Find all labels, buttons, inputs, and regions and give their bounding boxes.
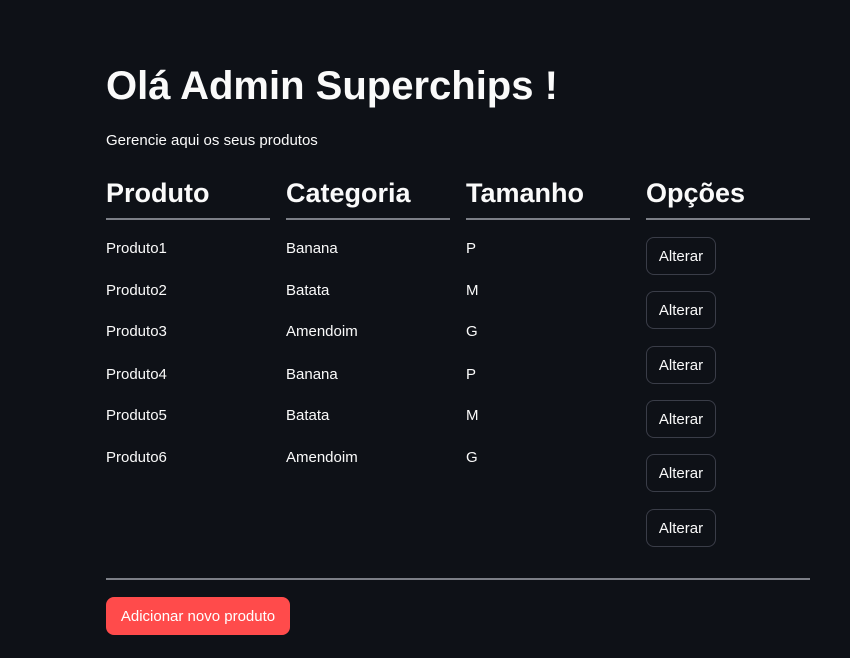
cell-produto-6: Produto6: [106, 449, 167, 466]
cell-produto-1: Produto1: [106, 240, 167, 257]
alterar-button-4[interactable]: Alterar: [646, 400, 716, 438]
column-header-tamanho: Tamanho: [466, 176, 630, 220]
alterar-button-5[interactable]: Alterar: [646, 454, 716, 492]
page-subtitle: Gerencie aqui os seus produtos: [106, 132, 318, 149]
cell-categoria-2: Batata: [286, 282, 330, 299]
column-opcoes: Opções Alterar Alterar Alterar Alterar A…: [646, 176, 810, 547]
alterar-button-1[interactable]: Alterar: [646, 237, 716, 275]
cell-tamanho-5: M: [466, 407, 479, 424]
cell-produto-2: Produto2: [106, 282, 167, 299]
cell-tamanho-2: M: [466, 282, 479, 299]
cell-categoria-5: Batata: [286, 407, 330, 424]
column-tamanho: Tamanho P M G P M G: [466, 176, 630, 466]
cell-produto-3: Produto3: [106, 323, 167, 340]
cell-categoria-3: Amendoim: [286, 323, 358, 340]
cell-categoria-4: Banana: [286, 366, 338, 383]
cell-tamanho-4: P: [466, 366, 477, 383]
cell-produto-5: Produto5: [106, 407, 167, 424]
column-header-categoria: Categoria: [286, 176, 450, 220]
section-divider: [106, 578, 810, 580]
page-title: Olá Admin Superchips !: [106, 64, 558, 108]
add-product-button[interactable]: Adicionar novo produto: [106, 597, 290, 635]
column-header-opcoes: Opções: [646, 176, 810, 220]
alterar-button-3[interactable]: Alterar: [646, 346, 716, 384]
column-categoria: Categoria Banana Batata Amendoim Banana …: [286, 176, 450, 466]
alterar-button-2[interactable]: Alterar: [646, 291, 716, 329]
cell-tamanho-3: G: [466, 323, 478, 340]
cell-categoria-6: Amendoim: [286, 449, 358, 466]
column-produto: Produto Produto1 Produto2 Produto3 Produ…: [106, 176, 270, 466]
main-content: Olá Admin Superchips ! Gerencie aqui os …: [106, 0, 810, 658]
cell-tamanho-1: P: [466, 240, 477, 257]
cell-tamanho-6: G: [466, 449, 478, 466]
alterar-button-6[interactable]: Alterar: [646, 509, 716, 547]
column-header-produto: Produto: [106, 176, 270, 220]
cell-produto-4: Produto4: [106, 366, 167, 383]
cell-categoria-1: Banana: [286, 240, 338, 257]
